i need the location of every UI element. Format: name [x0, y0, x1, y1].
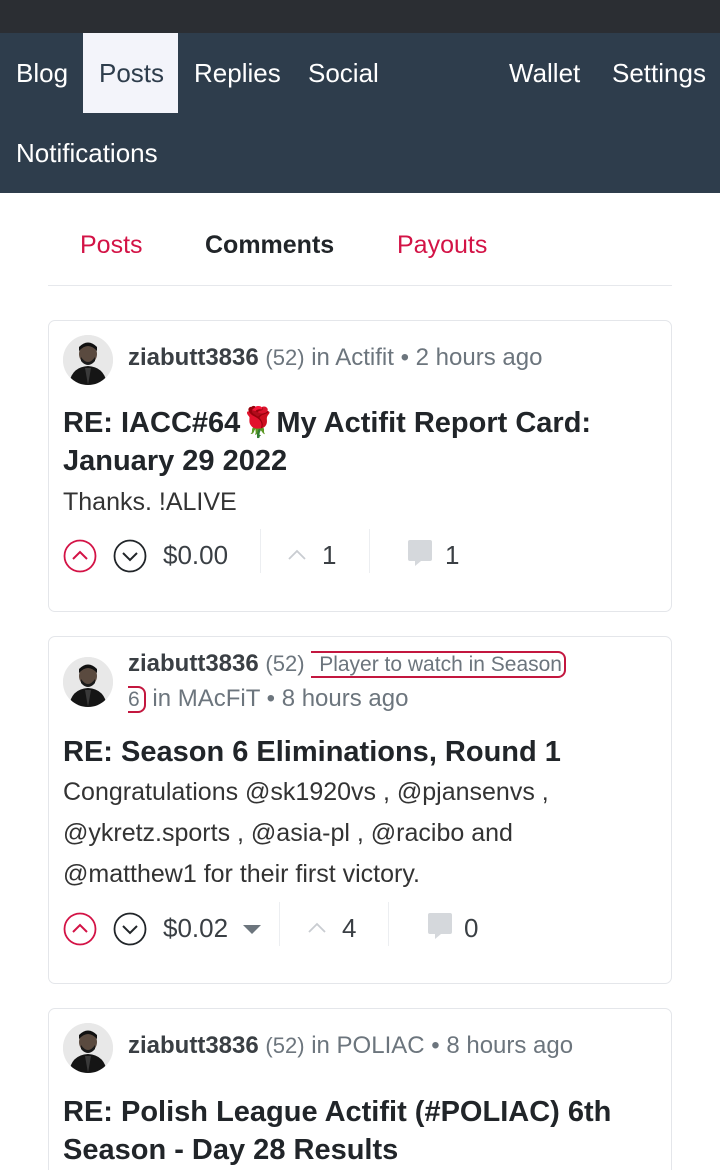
- nav-social[interactable]: Social: [292, 33, 395, 113]
- divider: [279, 902, 280, 946]
- avatar-image: [63, 1023, 113, 1073]
- payout-amount[interactable]: $0.02: [163, 908, 228, 948]
- post-title[interactable]: RE: IACC#64🌹My Actifit Report Card: Janu…: [63, 404, 641, 480]
- post-time[interactable]: 2 hours ago: [416, 344, 543, 371]
- reputation: (52): [265, 651, 305, 676]
- status-bar: [0, 0, 720, 33]
- nav-wallet[interactable]: Wallet: [493, 33, 596, 113]
- meta-separator: •: [266, 685, 276, 712]
- in-label: in: [311, 344, 330, 371]
- comment-bubble-icon[interactable]: [425, 911, 455, 941]
- post-title[interactable]: RE: Season 6 Eliminations, Round 1: [63, 733, 641, 771]
- in-label: in: [152, 685, 172, 712]
- post-meta: ziabutt3836 (52) in POLIAC • 8 hours ago: [128, 1029, 651, 1063]
- community-link[interactable]: Actifit: [335, 344, 394, 371]
- upvote-circle-icon[interactable]: [63, 539, 97, 573]
- chevron-up-icon[interactable]: [306, 918, 328, 938]
- author-name[interactable]: ziabutt3836: [128, 650, 259, 677]
- chevron-up-icon[interactable]: [286, 545, 308, 565]
- nav-notifications[interactable]: Notifications: [0, 113, 174, 193]
- comments-count[interactable]: 0: [464, 908, 478, 948]
- nav-replies[interactable]: Replies: [178, 33, 297, 113]
- avatar-image: [63, 335, 113, 385]
- in-label: in: [311, 1032, 330, 1059]
- meta-separator: •: [400, 344, 409, 371]
- nav-settings[interactable]: Settings: [596, 33, 720, 113]
- avatar[interactable]: [63, 657, 113, 707]
- post-meta: ziabutt3836 (52) in Actifit • 2 hours ag…: [128, 341, 651, 375]
- post-body[interactable]: Congratulations @sk1920vs , @pjansenvs ,…: [63, 772, 641, 895]
- nav-posts[interactable]: Posts: [83, 33, 178, 113]
- user-title-badge-continued: 6: [128, 686, 146, 713]
- votes-count[interactable]: 4: [342, 908, 356, 948]
- meta-separator: •: [431, 1032, 440, 1059]
- post-time[interactable]: 8 hours ago: [446, 1032, 573, 1059]
- divider: [369, 529, 370, 573]
- post-time[interactable]: 8 hours ago: [282, 685, 409, 712]
- top-navigation: Blog Posts Replies Social Wallet Setting…: [0, 33, 720, 193]
- post-card: ziabutt3836 (52) in Actifit • 2 hours ag…: [48, 320, 672, 612]
- community-link[interactable]: MAcFiT: [178, 685, 260, 712]
- comments-count[interactable]: 1: [445, 535, 459, 575]
- post-actions: $0.00 1 1: [63, 529, 663, 575]
- downvote-circle-icon[interactable]: [113, 912, 147, 946]
- reputation: (52): [265, 345, 305, 370]
- post-actions: $0.02 4 0: [63, 902, 663, 948]
- author-name[interactable]: ziabutt3836: [128, 344, 259, 371]
- reputation: (52): [265, 1033, 305, 1058]
- downvote-circle-icon[interactable]: [113, 539, 147, 573]
- avatar[interactable]: [63, 1023, 113, 1073]
- comment-bubble-icon[interactable]: [405, 538, 435, 568]
- divider: [260, 529, 261, 573]
- user-title-badge: Player to watch in Season: [311, 651, 566, 678]
- subtab-payouts[interactable]: Payouts: [397, 231, 487, 260]
- community-link[interactable]: POLIAC: [337, 1032, 425, 1059]
- subtab-posts[interactable]: Posts: [80, 231, 143, 260]
- caret-down-icon[interactable]: [243, 925, 261, 934]
- nav-blog[interactable]: Blog: [0, 33, 84, 113]
- votes-count[interactable]: 1: [322, 535, 336, 575]
- post-title[interactable]: RE: Polish League Actifit (#POLIAC) 6th …: [63, 1093, 641, 1169]
- subtab-bar: Posts Comments Payouts: [48, 193, 672, 286]
- divider: [388, 902, 389, 946]
- main-content: Posts Comments Payouts ziabutt3836 (52) …: [0, 193, 720, 1170]
- post-card: ziabutt3836 (52) in POLIAC • 8 hours ago…: [48, 1008, 672, 1170]
- subtab-comments[interactable]: Comments: [205, 231, 334, 260]
- author-name[interactable]: ziabutt3836: [128, 1032, 259, 1059]
- post-card: ziabutt3836 (52) Player to watch in Seas…: [48, 636, 672, 984]
- avatar-image: [63, 657, 113, 707]
- upvote-circle-icon[interactable]: [63, 912, 97, 946]
- post-body[interactable]: Thanks. !ALIVE: [63, 482, 641, 523]
- post-meta: ziabutt3836 (52) Player to watch in Seas…: [128, 647, 651, 717]
- payout-amount[interactable]: $0.00: [163, 535, 228, 575]
- avatar[interactable]: [63, 335, 113, 385]
